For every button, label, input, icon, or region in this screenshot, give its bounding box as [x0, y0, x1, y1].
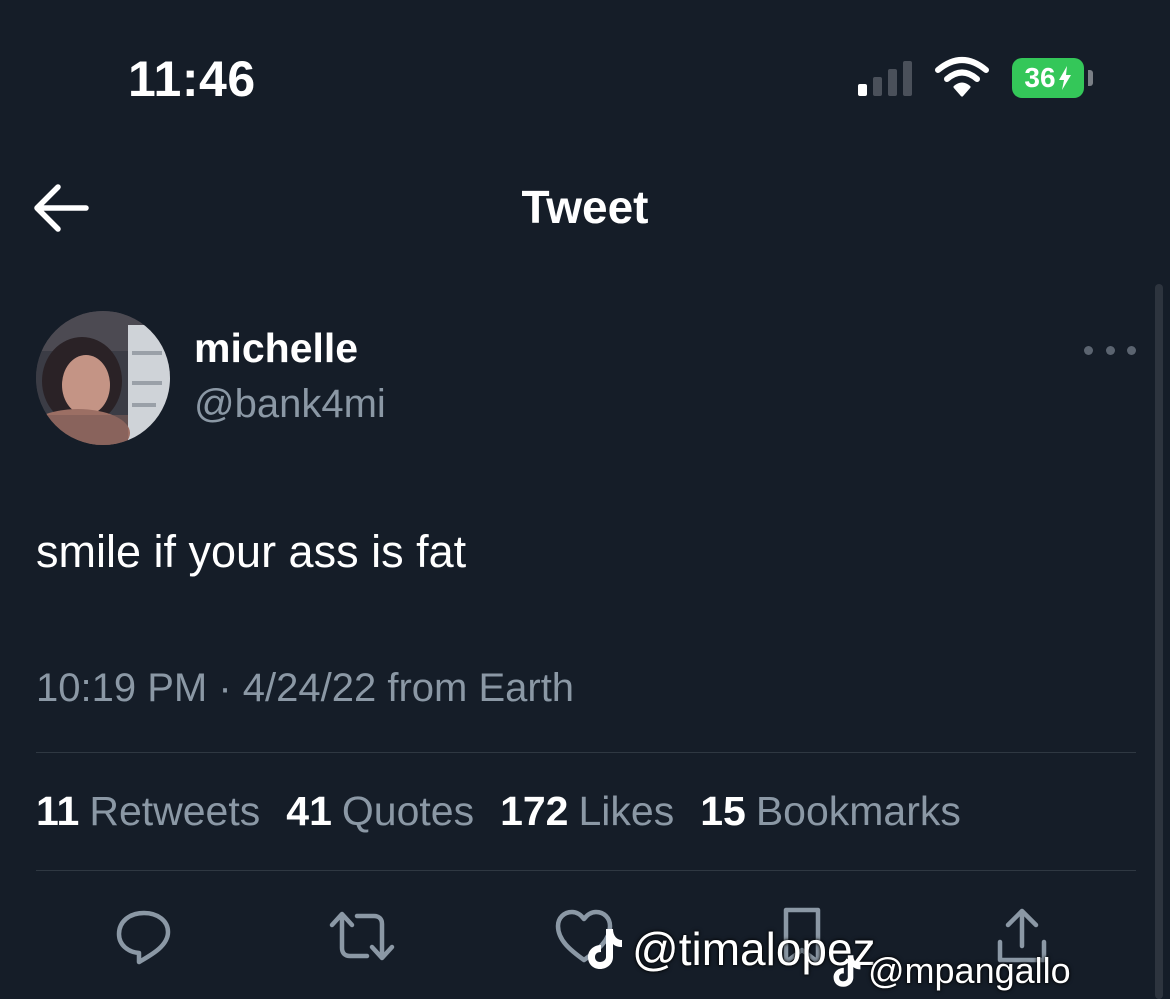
wifi-icon	[935, 57, 989, 97]
divider-top	[36, 752, 1136, 753]
retweets-label: Retweets	[89, 788, 261, 834]
watermark-secondary-text: @mpangallo	[868, 950, 1071, 991]
avatar-image	[36, 311, 170, 445]
retweet-button[interactable]	[326, 900, 398, 972]
tiktok-icon-small	[833, 955, 861, 987]
likes-label: Likes	[578, 788, 675, 834]
likes-count: 172	[500, 788, 569, 834]
user-handle[interactable]: @bank4mi	[194, 382, 386, 427]
retweets-stat[interactable]: 11 Retweets	[36, 788, 260, 835]
battery-indicator: 36	[1012, 58, 1084, 98]
avatar[interactable]	[36, 311, 170, 445]
cellular-signal-icon	[858, 61, 912, 96]
divider-bottom	[36, 870, 1136, 871]
likes-stat[interactable]: 172 Likes	[500, 788, 674, 835]
bookmarks-count: 15	[700, 788, 746, 834]
page-title: Tweet	[521, 181, 649, 233]
tweet-detail-screen: 11:46 36 Tweet michelle @bank4mi smile i…	[0, 0, 1170, 999]
tweet-timestamp: 10:19 PM · 4/24/22 from Earth	[36, 666, 575, 710]
quotes-stat[interactable]: 41 Quotes	[286, 788, 474, 835]
battery-level: 36	[1024, 62, 1056, 93]
more-horizontal-icon-dot	[1105, 345, 1115, 355]
retweets-count: 11	[36, 788, 80, 834]
more-horizontal-icon	[1084, 345, 1093, 355]
retweet-icon	[329, 911, 395, 961]
tweet-stats: 11 Retweets 41 Quotes 172 Likes 15 Bookmarks	[36, 788, 961, 835]
reply-button[interactable]	[108, 900, 180, 972]
status-time: 11:46	[128, 51, 256, 107]
watermark-secondary: @mpangallo	[832, 950, 1071, 992]
tiktok-icon	[588, 929, 622, 969]
display-name[interactable]: michelle	[194, 325, 358, 372]
more-horizontal-icon-dot	[1127, 345, 1136, 355]
tweet-text: smile if your ass is fat	[36, 526, 467, 577]
quotes-count: 41	[286, 788, 332, 834]
quotes-label: Quotes	[341, 788, 475, 834]
battery-nub	[1088, 70, 1093, 86]
bookmarks-label: Bookmarks	[755, 788, 961, 834]
more-options-button[interactable]	[1084, 332, 1136, 368]
scrollbar[interactable]	[1155, 284, 1163, 999]
battery-charging-icon	[1058, 66, 1071, 90]
bookmarks-stat[interactable]: 15 Bookmarks	[700, 788, 961, 835]
reply-icon	[116, 910, 171, 965]
